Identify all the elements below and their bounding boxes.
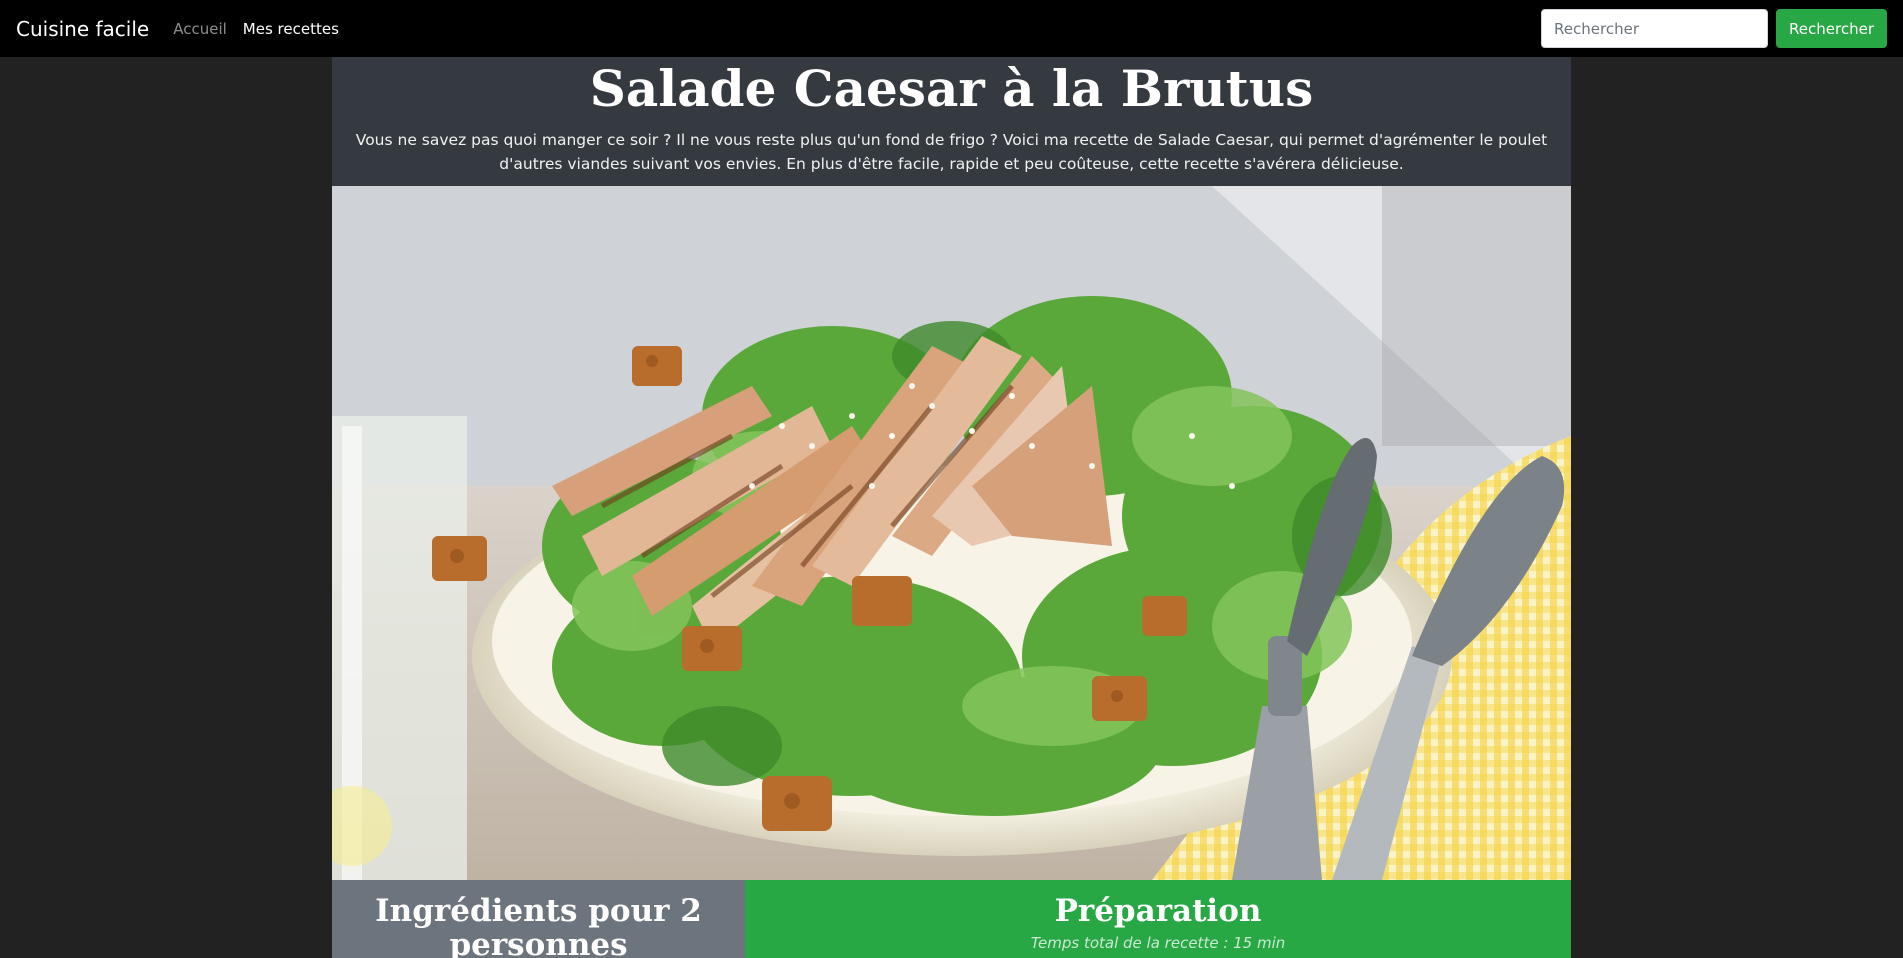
recipe-intro: Vous ne savez pas quoi manger ce soir ? … (355, 131, 1548, 173)
nav-link-mes-recettes[interactable]: Mes recettes (243, 20, 339, 38)
brand-link[interactable]: Cuisine facile (16, 17, 149, 41)
recipe-header: Salade Caesar à la Brutus Vous ne savez … (332, 57, 1571, 186)
recipe-photo (332, 186, 1571, 880)
total-time: Temps total de la recette : 15 min (1030, 934, 1286, 952)
preparation-title: Préparation (1054, 893, 1262, 929)
search-form: Rechercher (1541, 9, 1887, 48)
ingredients-section: Ingrédients pour 2 personnes (332, 880, 745, 958)
recipe-title: Salade Caesar à la Brutus (589, 59, 1314, 118)
nav-link-accueil[interactable]: Accueil (173, 20, 227, 38)
search-input[interactable] (1541, 9, 1769, 48)
ingredients-title: Ingrédients pour 2 personnes (375, 893, 702, 958)
navbar: Cuisine facile Accueil Mes recettes Rech… (0, 0, 1903, 57)
recipe-sections: Ingrédients pour 2 personnes Préparation… (332, 880, 1571, 958)
search-button[interactable]: Rechercher (1776, 9, 1887, 48)
recipe-card: Salade Caesar à la Brutus Vous ne savez … (332, 57, 1571, 958)
preparation-section: Préparation Temps total de la recette : … (745, 880, 1571, 958)
caesar-salad-image (332, 186, 1571, 880)
